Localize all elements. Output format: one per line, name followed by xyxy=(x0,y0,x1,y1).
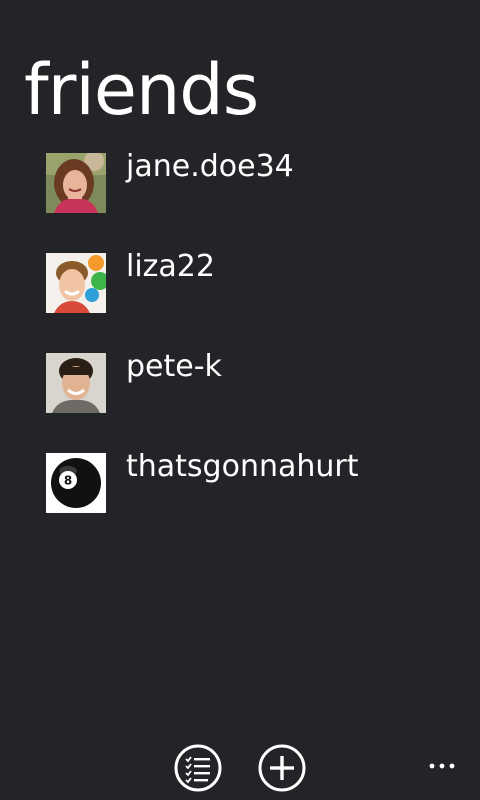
friends-screen: friends jane.doe34 liza22 pete-k 8 thats… xyxy=(0,0,480,800)
friend-name: thatsgonnahurt xyxy=(126,449,359,484)
avatar xyxy=(46,253,106,313)
friend-name: jane.doe34 xyxy=(126,149,294,184)
add-button[interactable] xyxy=(258,744,306,792)
list-item-friend[interactable]: pete-k xyxy=(46,349,466,453)
list-check-icon xyxy=(174,744,222,792)
app-bar xyxy=(0,728,480,800)
svg-text:8: 8 xyxy=(64,474,72,488)
add-icon xyxy=(258,744,306,792)
page-title: friends xyxy=(24,49,259,131)
list-item-friend[interactable]: liza22 xyxy=(46,249,466,353)
list-check-button[interactable] xyxy=(174,744,222,792)
list-item-friend[interactable]: jane.doe34 xyxy=(46,149,466,253)
avatar xyxy=(46,353,106,413)
avatar: 8 xyxy=(46,453,106,513)
friend-name: liza22 xyxy=(126,249,215,284)
friend-list: jane.doe34 liza22 pete-k 8 thatsgonnahur… xyxy=(46,149,466,553)
ellipsis-icon xyxy=(429,763,455,769)
list-item-friend[interactable]: 8 thatsgonnahurt xyxy=(46,449,466,553)
friend-name: pete-k xyxy=(126,349,222,384)
more-button[interactable] xyxy=(428,758,458,774)
avatar xyxy=(46,153,106,213)
